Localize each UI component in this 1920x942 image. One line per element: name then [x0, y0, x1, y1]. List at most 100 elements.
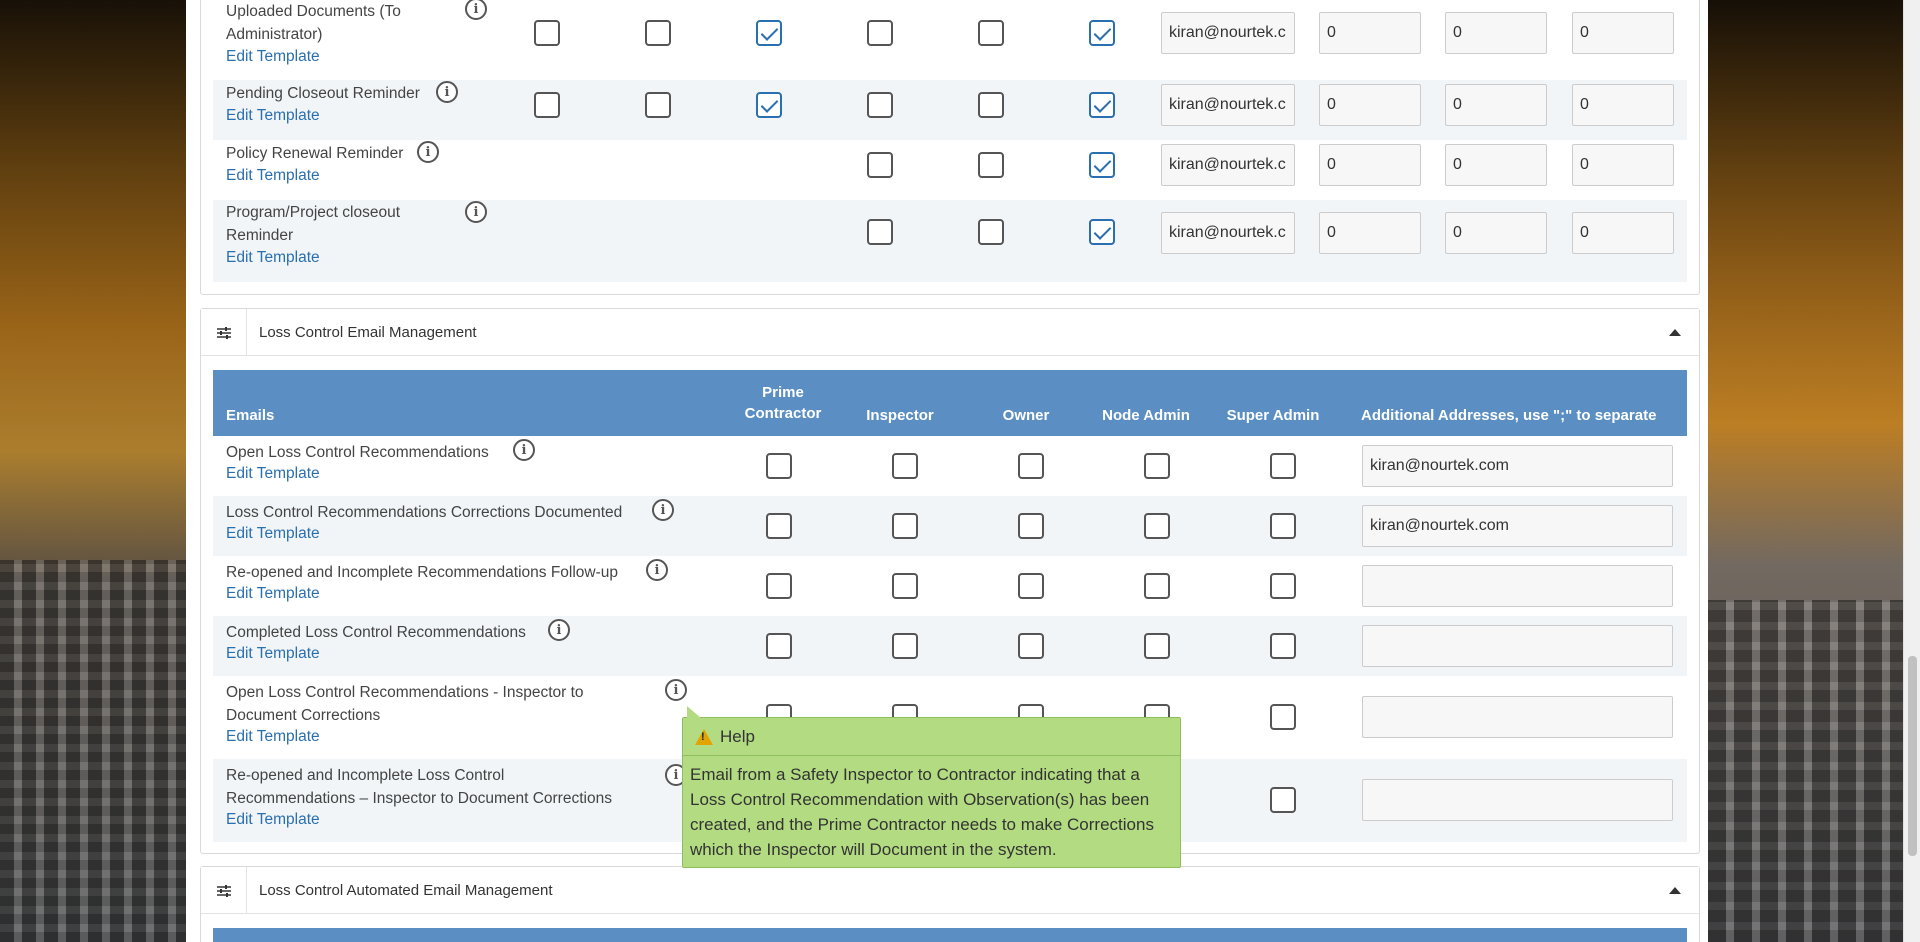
- number-input[interactable]: 0: [1319, 144, 1421, 186]
- number-input[interactable]: 0: [1445, 212, 1547, 254]
- number-input[interactable]: 0: [1572, 84, 1674, 126]
- panel-header[interactable]: Loss Control Email Management: [201, 309, 1699, 356]
- checkbox-super-admin[interactable]: [1270, 453, 1296, 479]
- checkbox-checked[interactable]: [1089, 20, 1115, 46]
- table-row: Completed Loss Control Recommendations E…: [213, 616, 1687, 676]
- header-emails: Emails: [226, 407, 275, 424]
- loss-control-automated-panel: Loss Control Automated Email Management: [200, 866, 1700, 942]
- row-label: Uploaded Documents (To Administrator): [226, 3, 401, 43]
- checkbox-checked[interactable]: [1089, 92, 1115, 118]
- number-input[interactable]: 0: [1572, 144, 1674, 186]
- checkbox-super-admin[interactable]: [1270, 787, 1296, 813]
- checkbox[interactable]: [534, 20, 560, 46]
- info-icon[interactable]: i: [652, 499, 674, 521]
- info-icon[interactable]: i: [513, 439, 535, 461]
- additional-addresses-input[interactable]: [1362, 696, 1673, 738]
- number-input[interactable]: 0: [1445, 144, 1547, 186]
- edit-template-link[interactable]: Edit Template: [226, 645, 320, 663]
- edit-template-link[interactable]: Edit Template: [226, 585, 320, 603]
- edit-template-link[interactable]: Edit Template: [226, 48, 320, 66]
- checkbox-super-admin[interactable]: [1270, 573, 1296, 599]
- additional-addresses-input[interactable]: [1362, 779, 1673, 821]
- edit-template-link[interactable]: Edit Template: [226, 525, 320, 543]
- checkbox-prime-contractor[interactable]: [766, 573, 792, 599]
- checkbox-inspector[interactable]: [892, 573, 918, 599]
- header-node-admin: Node Admin: [1102, 407, 1190, 424]
- email-input[interactable]: kiran@nourtek.c: [1161, 84, 1295, 126]
- checkbox-owner[interactable]: [1018, 633, 1044, 659]
- info-icon[interactable]: i: [646, 559, 668, 581]
- checkbox[interactable]: [978, 20, 1004, 46]
- collapse-caret-icon[interactable]: [1669, 329, 1681, 336]
- checkbox-checked[interactable]: [756, 92, 782, 118]
- info-icon[interactable]: i: [548, 619, 570, 641]
- table-row: Program/Project closeout Reminder Edit Te…: [213, 200, 1687, 282]
- background-photo-left: [0, 0, 186, 942]
- checkbox[interactable]: [534, 92, 560, 118]
- row-label: Loss Control Recommendations Corrections…: [226, 504, 623, 521]
- checkbox[interactable]: [867, 20, 893, 46]
- checkbox[interactable]: [867, 219, 893, 245]
- checkbox-super-admin[interactable]: [1270, 513, 1296, 539]
- number-input[interactable]: 0: [1572, 212, 1674, 254]
- table-row: Uploaded Documents (To Administrator) Edi…: [213, 0, 1687, 75]
- edit-template-link[interactable]: Edit Template: [226, 167, 320, 185]
- additional-addresses-input[interactable]: kiran@nourtek.com: [1362, 505, 1673, 547]
- number-input[interactable]: 0: [1572, 12, 1674, 54]
- table-header: Emails Prime Contractor Inspector Owner N…: [213, 370, 1687, 436]
- checkbox-node-admin[interactable]: [1144, 513, 1170, 539]
- edit-template-link[interactable]: Edit Template: [226, 249, 320, 267]
- checkbox[interactable]: [867, 152, 893, 178]
- checkbox-checked[interactable]: [1089, 219, 1115, 245]
- number-input[interactable]: 0: [1319, 212, 1421, 254]
- checkbox-prime-contractor[interactable]: [766, 453, 792, 479]
- checkbox-node-admin[interactable]: [1144, 453, 1170, 479]
- edit-template-link[interactable]: Edit Template: [226, 465, 320, 483]
- checkbox-prime-contractor[interactable]: [766, 513, 792, 539]
- checkbox[interactable]: [978, 219, 1004, 245]
- edit-template-link[interactable]: Edit Template: [226, 728, 320, 746]
- checkbox-owner[interactable]: [1018, 513, 1044, 539]
- collapse-caret-icon[interactable]: [1669, 887, 1681, 894]
- email-input[interactable]: kiran@nourtek.c: [1161, 12, 1295, 54]
- additional-addresses-input[interactable]: [1362, 625, 1673, 667]
- checkbox-checked[interactable]: [756, 20, 782, 46]
- checkbox-inspector[interactable]: [892, 633, 918, 659]
- checkbox-owner[interactable]: [1018, 573, 1044, 599]
- additional-addresses-input[interactable]: [1362, 565, 1673, 607]
- sliders-icon: [201, 867, 247, 914]
- edit-template-link[interactable]: Edit Template: [226, 811, 320, 829]
- info-icon[interactable]: i: [436, 81, 458, 103]
- email-input[interactable]: kiran@nourtek.c: [1161, 212, 1295, 254]
- info-icon[interactable]: i: [465, 201, 487, 223]
- row-label: Open Loss Control Recommendations - Insp…: [226, 684, 584, 724]
- number-input[interactable]: 0: [1445, 12, 1547, 54]
- row-label: Program/Project closeout Reminder: [226, 204, 401, 244]
- info-icon[interactable]: i: [465, 0, 487, 20]
- number-input[interactable]: 0: [1445, 84, 1547, 126]
- checkbox-super-admin[interactable]: [1270, 633, 1296, 659]
- checkbox-inspector[interactable]: [892, 513, 918, 539]
- additional-addresses-input[interactable]: kiran@nourtek.com: [1362, 445, 1673, 487]
- panel-header[interactable]: Loss Control Automated Email Management: [201, 867, 1699, 914]
- checkbox-node-admin[interactable]: [1144, 633, 1170, 659]
- checkbox[interactable]: [978, 92, 1004, 118]
- checkbox[interactable]: [645, 20, 671, 46]
- checkbox-super-admin[interactable]: [1270, 704, 1296, 730]
- checkbox[interactable]: [645, 92, 671, 118]
- checkbox-node-admin[interactable]: [1144, 573, 1170, 599]
- checkbox-checked[interactable]: [1089, 152, 1115, 178]
- scrollbar-thumb[interactable]: [1908, 656, 1917, 856]
- checkbox-owner[interactable]: [1018, 453, 1044, 479]
- checkbox[interactable]: [978, 152, 1004, 178]
- vertical-scrollbar[interactable]: [1903, 0, 1920, 942]
- checkbox[interactable]: [867, 92, 893, 118]
- info-icon[interactable]: i: [665, 679, 687, 701]
- info-icon[interactable]: i: [417, 141, 439, 163]
- edit-template-link[interactable]: Edit Template: [226, 107, 320, 125]
- checkbox-prime-contractor[interactable]: [766, 633, 792, 659]
- email-input[interactable]: kiran@nourtek.c: [1161, 144, 1295, 186]
- checkbox-inspector[interactable]: [892, 453, 918, 479]
- number-input[interactable]: 0: [1319, 12, 1421, 54]
- number-input[interactable]: 0: [1319, 84, 1421, 126]
